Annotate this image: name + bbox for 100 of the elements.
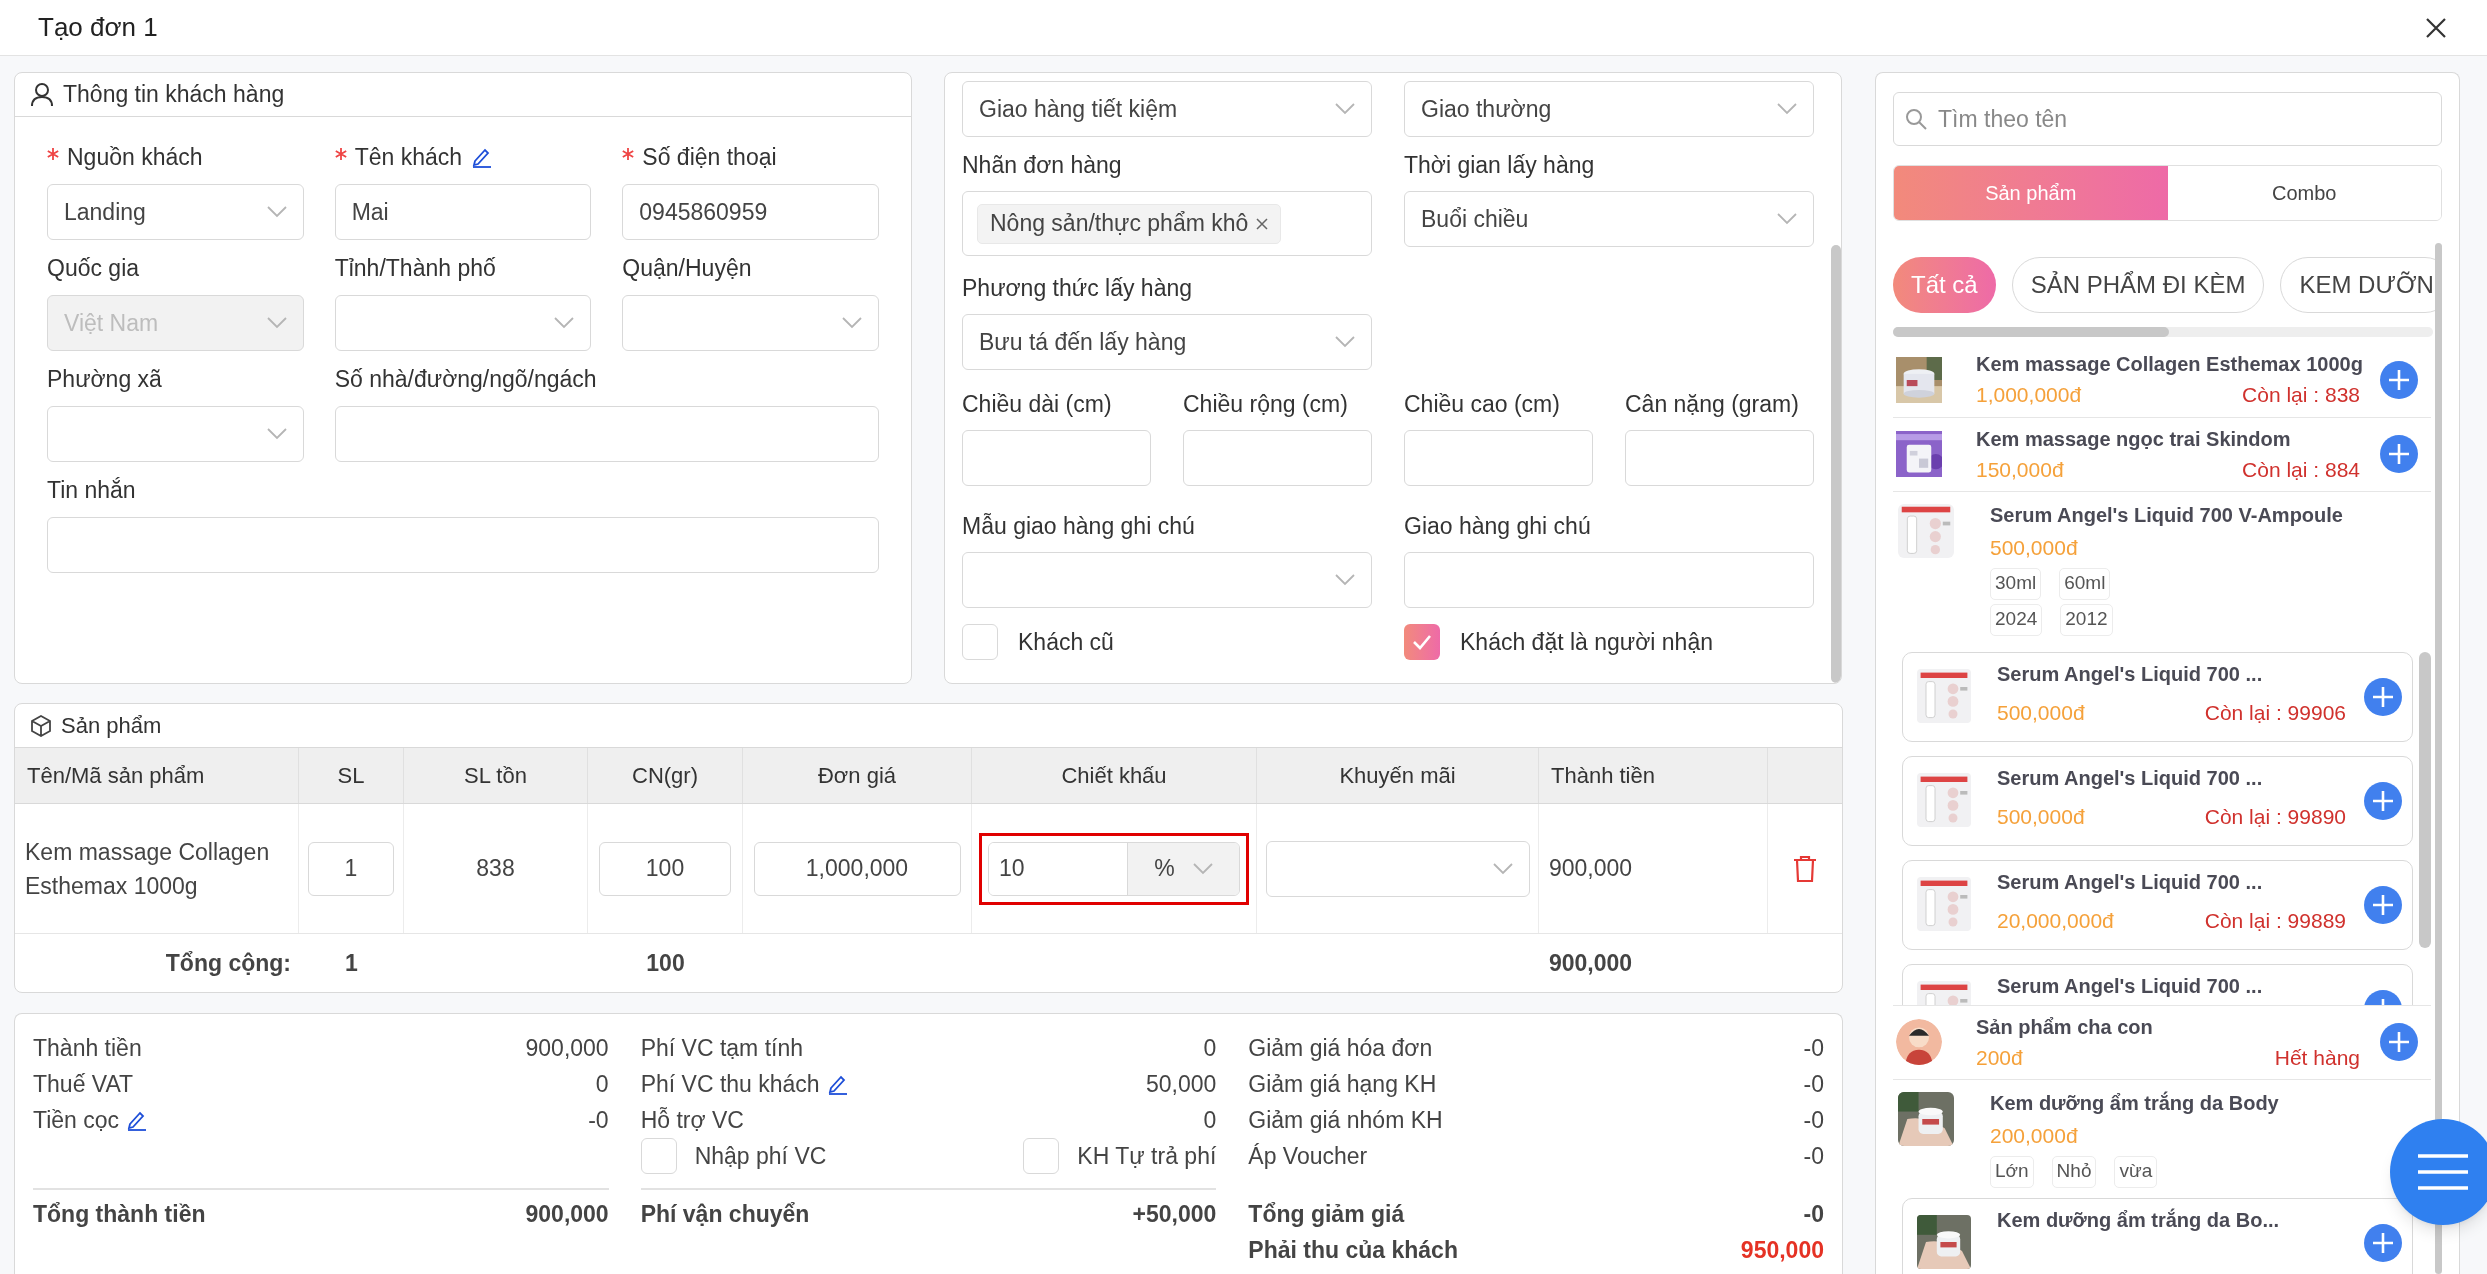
dropdown[interactable]: Landing (47, 184, 304, 240)
product-card[interactable]: Kem dưỡng ẩm trắng da Bo... (1902, 1197, 2413, 1274)
summary-value: 900,000 (525, 1033, 609, 1063)
variant-chip[interactable]: 2012 (2060, 603, 2113, 636)
checkbox-label: Khách đặt là người nhận (1460, 627, 1713, 657)
add-button[interactable] (2364, 677, 2402, 716)
stock-label: Còn lại : 884 (2242, 456, 2360, 483)
search-field[interactable]: Tìm theo tên (1893, 92, 2442, 146)
number-field[interactable]: 1,000,000 (753, 841, 961, 896)
column-header: Khuyến mãi (1257, 748, 1539, 803)
stock-label: Còn lại : 838 (2242, 382, 2360, 408)
table-cell-text: 900,000 (1549, 854, 1633, 884)
field-label: Tin nhắn (47, 475, 136, 505)
add-button[interactable] (2380, 1023, 2418, 1062)
product-name: Serum Angel's Liquid 700 ... (1997, 973, 2264, 999)
section-title: Sản phẩm (61, 712, 162, 740)
dropdown[interactable]: Giao thường (1404, 81, 1814, 137)
field-label: Phương thức lấy hàng (962, 273, 1193, 303)
variant-chip[interactable]: 2024 (1990, 603, 2043, 636)
checkbox[interactable] (640, 1138, 677, 1174)
text-field[interactable] (1183, 430, 1372, 486)
dropdown[interactable]: Bưu tá đến lấy hàng (962, 314, 1372, 370)
summary-value: -0 (1803, 1033, 1824, 1063)
edit-icon[interactable] (127, 1109, 148, 1131)
checkbox-label: Nhập phí VC (694, 1141, 827, 1171)
price: 500,000đ (1997, 699, 2085, 726)
chevron-down-icon (266, 317, 287, 329)
summary-label: Hỗ trợ VC (640, 1105, 744, 1135)
product-card[interactable]: Serum Angel's Liquid 700 ... 20,000,000đ Còn lại : 99889 (1902, 859, 2413, 950)
chevron-down-icon (266, 428, 287, 440)
text-field[interactable] (1404, 430, 1593, 486)
chevron-down-icon (1335, 336, 1355, 348)
text-field[interactable] (1625, 430, 1814, 486)
product-card[interactable]: Serum Angel's Liquid 700 ... 500,000đ Còn lại : 99890 (1902, 755, 2413, 846)
table-cell-text: 838 (476, 854, 515, 884)
summary-value: 0 (1203, 1033, 1217, 1063)
scroll-bar[interactable] (2435, 243, 2442, 1274)
product-name: Serum Angel's Liquid 700 ... (1997, 765, 2264, 791)
dropdown[interactable] (1265, 840, 1530, 897)
text-field[interactable] (334, 406, 879, 462)
add-button[interactable] (2364, 1223, 2402, 1262)
dropdown[interactable] (622, 295, 879, 351)
summary-value: 950,000 (1740, 1235, 1824, 1265)
summary-value: -0 (1803, 1199, 1824, 1229)
window-title: Tạo đơn 1 (38, 11, 158, 44)
add-button[interactable] (2380, 360, 2418, 399)
dropdown[interactable]: Giao hàng tiết kiệm (962, 81, 1372, 137)
variant-chip[interactable]: Lớn (1990, 1155, 2034, 1188)
variant-chip[interactable]: Nhỏ (2051, 1155, 2097, 1188)
scroll-bar[interactable] (1831, 245, 1841, 683)
text-field[interactable] (47, 517, 879, 573)
table-cell-text: Kem massage Collagen Esthemax 1000g (25, 837, 271, 901)
text-field[interactable] (962, 430, 1151, 486)
summary-label: Phải thu của khách (1248, 1235, 1458, 1265)
checkbox[interactable] (1023, 1138, 1060, 1174)
add-button[interactable] (2380, 435, 2418, 474)
category-chip[interactable]: SẢN PHẨM ĐI KÈM (2011, 257, 2265, 313)
edit-icon[interactable] (827, 1073, 848, 1095)
variant-chip[interactable]: 30ml (1990, 567, 2042, 600)
checkbox[interactable] (962, 624, 998, 660)
scroll-bar[interactable] (1893, 327, 2169, 337)
summary-label: Giảm giá nhóm KH (1248, 1105, 1443, 1135)
number-field[interactable]: 1 (308, 841, 394, 896)
product-row[interactable]: Kem massage ngọc trai Skindom 150,000đ Còn lại : 884 (1893, 417, 2431, 492)
variant-chip[interactable]: 60ml (2059, 567, 2111, 600)
scroll-bar[interactable] (2419, 651, 2431, 948)
edit-icon[interactable] (472, 146, 493, 168)
field-label: Mẫu giao hàng ghi chú (962, 511, 1196, 541)
chevron-down-icon (1777, 213, 1797, 225)
category-chip[interactable]: KEM DƯỠN (2280, 257, 2436, 313)
stock-label: Còn lại : 99889 (2204, 907, 2346, 934)
product-card[interactable]: Serum Angel's Liquid 700 ... 500,000đ Còn lại : 99906 (1902, 651, 2413, 742)
product-row[interactable]: Kem massage Collagen Esthemax 1000g 1,000,000đ Còn lại : 838 (1893, 343, 2431, 418)
text-field[interactable] (1404, 552, 1814, 608)
dropdown[interactable] (962, 552, 1372, 608)
close-icon[interactable] (2425, 16, 2447, 39)
table-cell-text: 900,000 (1548, 948, 1634, 978)
user-icon (31, 82, 53, 107)
product-name: Sản phẩm cha con (1976, 1014, 2154, 1040)
tag-field[interactable]: Nông sản/thực phẩm khô (962, 191, 1372, 256)
field-label: Số điện thoại (642, 142, 777, 172)
product-row[interactable]: Sản phẩm cha con 200đ Hết hàng (1893, 1005, 2431, 1080)
add-button[interactable] (2364, 781, 2402, 820)
trash-icon[interactable] (1793, 854, 1817, 883)
checkbox[interactable] (1404, 624, 1440, 660)
checkbox-label: Khách cũ (1018, 627, 1114, 657)
summary-label: Phí vận chuyển (640, 1199, 810, 1229)
check-icon (1412, 634, 1432, 650)
variant-chip[interactable]: vừa (2114, 1155, 2158, 1188)
dropdown[interactable]: Buổi chiều (1404, 191, 1814, 247)
dropdown[interactable] (47, 406, 304, 462)
chevron-down-icon (1492, 862, 1513, 875)
number-field[interactable]: 100 (599, 841, 731, 896)
dropdown[interactable] (334, 295, 592, 351)
field-label: Chiều dài (cm) (962, 389, 1113, 419)
text-field[interactable]: Mai (334, 184, 592, 240)
product-name: Kem dưỡng ẩm trắng da Body (1990, 1090, 2279, 1116)
add-button[interactable] (2364, 885, 2402, 924)
field-label: Quận/Huyện (622, 253, 752, 283)
text-field[interactable]: 0945860959 (622, 184, 879, 240)
